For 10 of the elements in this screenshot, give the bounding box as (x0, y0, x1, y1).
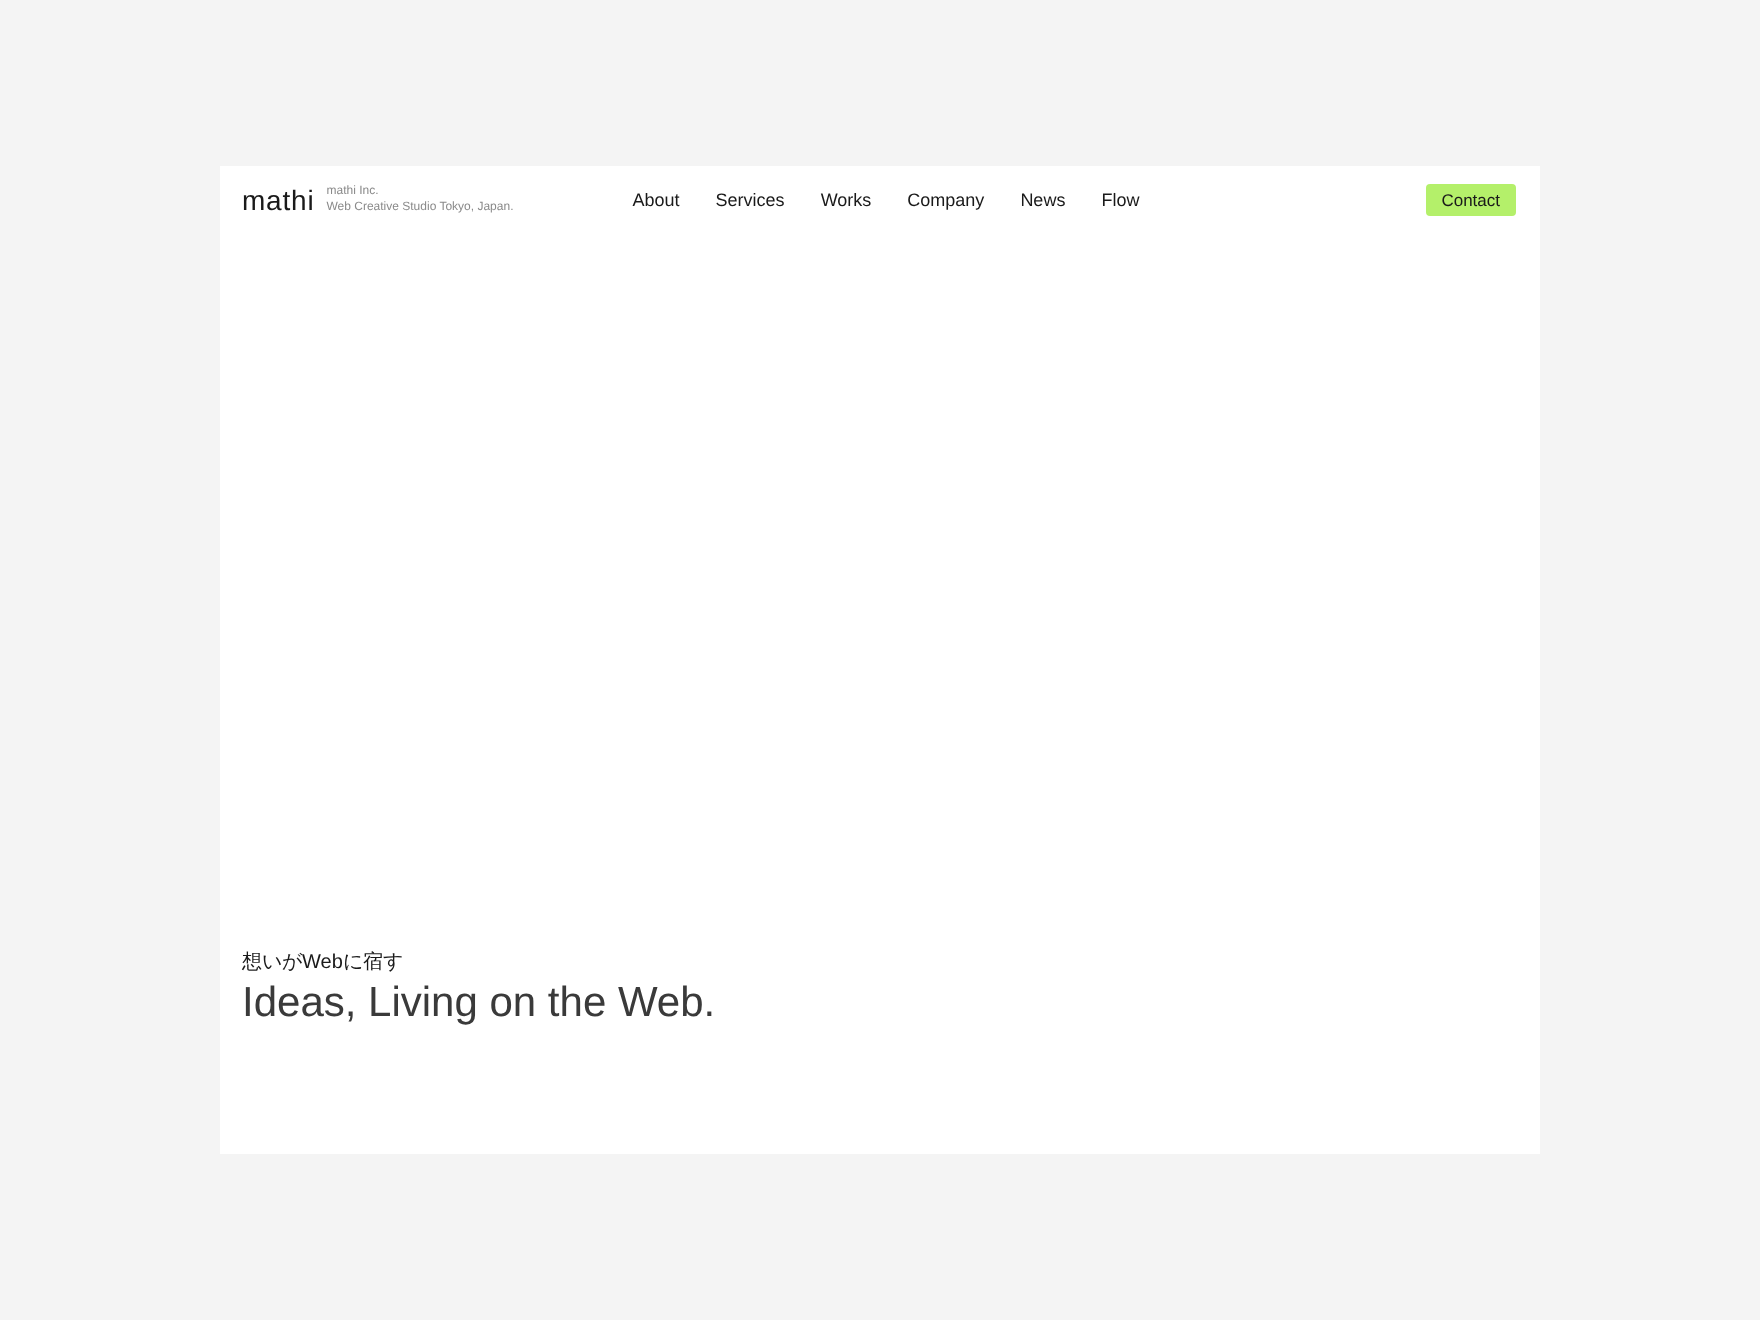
nav-link[interactable]: Flow (1101, 189, 1140, 209)
nav-link[interactable]: News (1020, 189, 1066, 209)
nav-link[interactable]: About (632, 189, 680, 209)
nav-link[interactable]: Company (907, 189, 985, 209)
contact-button[interactable]: Contact (1425, 183, 1516, 215)
hero-subtitle: 想いがWebに宿す (242, 949, 403, 976)
logo-wordmark[interactable]: mathi (242, 185, 315, 213)
nav-link[interactable]: Services (715, 189, 785, 209)
nav-link[interactable]: Works (820, 189, 872, 209)
hero-title: Ideas, Living on the Web. (242, 980, 716, 1028)
